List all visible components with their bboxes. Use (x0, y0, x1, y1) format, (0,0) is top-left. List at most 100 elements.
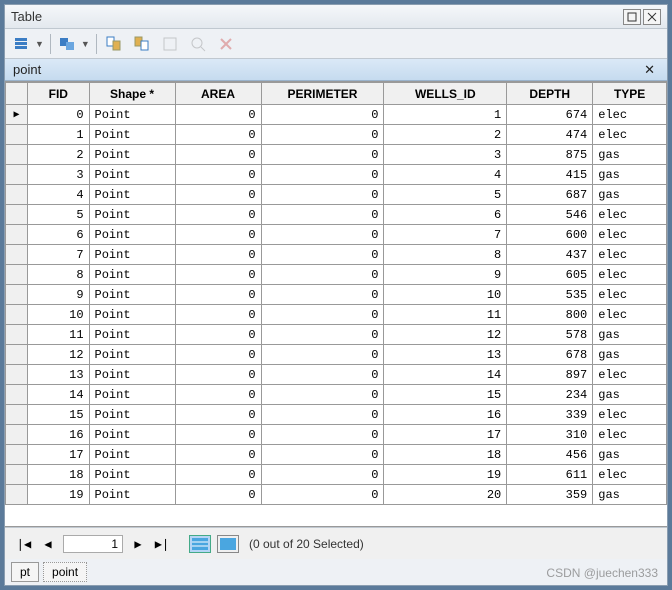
cell[interactable]: 8 (28, 265, 89, 285)
cell[interactable]: gas (593, 145, 667, 165)
cell[interactable]: 600 (507, 225, 593, 245)
row-selector-header[interactable] (6, 83, 28, 105)
cell[interactable]: 875 (507, 145, 593, 165)
column-header[interactable]: FID (28, 83, 89, 105)
prev-record-button[interactable]: ◀ (39, 535, 57, 553)
cell[interactable]: Point (89, 205, 175, 225)
cell[interactable]: 1 (28, 125, 89, 145)
table-row[interactable]: 16Point0017310elec (6, 425, 667, 445)
cell[interactable]: 0 (28, 105, 89, 125)
cell[interactable]: Point (89, 225, 175, 245)
cell[interactable]: 20 (384, 485, 507, 505)
close-table-button[interactable]: ✕ (640, 62, 659, 78)
row-selector[interactable] (6, 125, 28, 145)
cell[interactable]: 17 (384, 425, 507, 445)
cell[interactable]: elec (593, 265, 667, 285)
cell[interactable]: 0 (261, 405, 384, 425)
cell[interactable]: 1 (384, 105, 507, 125)
dropdown-arrow-icon[interactable]: ▼ (81, 39, 90, 49)
zoom-selected-button[interactable] (187, 33, 209, 55)
row-selector[interactable] (6, 165, 28, 185)
show-all-records-button[interactable] (189, 535, 211, 553)
cell[interactable]: Point (89, 265, 175, 285)
row-selector[interactable] (6, 325, 28, 345)
cell[interactable]: 5 (28, 205, 89, 225)
cell[interactable]: 6 (384, 205, 507, 225)
cell[interactable]: gas (593, 445, 667, 465)
cell[interactable]: 437 (507, 245, 593, 265)
cell[interactable]: 0 (175, 385, 261, 405)
column-header[interactable]: TYPE (593, 83, 667, 105)
table-row[interactable]: 18Point0019611elec (6, 465, 667, 485)
cell[interactable]: 3 (384, 145, 507, 165)
cell[interactable]: gas (593, 165, 667, 185)
cell[interactable]: elec (593, 465, 667, 485)
cell[interactable]: 0 (175, 125, 261, 145)
cell[interactable]: 14 (384, 365, 507, 385)
cell[interactable]: 7 (384, 225, 507, 245)
maximize-button[interactable] (623, 9, 641, 25)
cell[interactable]: Point (89, 465, 175, 485)
cell[interactable]: 10 (28, 305, 89, 325)
cell[interactable]: Point (89, 385, 175, 405)
cell[interactable]: 19 (384, 465, 507, 485)
cell[interactable]: 15 (28, 405, 89, 425)
cell[interactable]: 16 (384, 405, 507, 425)
cell[interactable]: 0 (261, 425, 384, 445)
table-row[interactable]: 13Point0014897elec (6, 365, 667, 385)
cell[interactable]: gas (593, 345, 667, 365)
cell[interactable]: 0 (175, 165, 261, 185)
row-selector[interactable] (6, 365, 28, 385)
cell[interactable]: 0 (261, 345, 384, 365)
cell[interactable]: Point (89, 365, 175, 385)
cell[interactable]: 0 (175, 365, 261, 385)
cell[interactable]: 0 (175, 405, 261, 425)
cell[interactable]: 0 (175, 445, 261, 465)
cell[interactable]: Point (89, 425, 175, 445)
cell[interactable]: 800 (507, 305, 593, 325)
row-selector[interactable] (6, 345, 28, 365)
cell[interactable]: 0 (175, 285, 261, 305)
cell[interactable]: 687 (507, 185, 593, 205)
cell[interactable]: gas (593, 325, 667, 345)
row-selector[interactable] (6, 385, 28, 405)
table-row[interactable]: 14Point0015234gas (6, 385, 667, 405)
row-selector[interactable] (6, 145, 28, 165)
current-record-input[interactable] (63, 535, 123, 553)
cell[interactable]: 9 (384, 265, 507, 285)
cell[interactable]: elec (593, 285, 667, 305)
row-selector[interactable] (6, 305, 28, 325)
table-row[interactable]: 4Point005687gas (6, 185, 667, 205)
column-header[interactable]: Shape * (89, 83, 175, 105)
cell[interactable]: Point (89, 185, 175, 205)
cell[interactable]: 12 (384, 325, 507, 345)
cell[interactable]: 0 (261, 105, 384, 125)
cell[interactable]: 234 (507, 385, 593, 405)
cell[interactable]: 0 (175, 245, 261, 265)
cell[interactable]: 678 (507, 345, 593, 365)
cell[interactable]: Point (89, 105, 175, 125)
cell[interactable]: 16 (28, 425, 89, 445)
cell[interactable]: 0 (261, 385, 384, 405)
row-selector[interactable] (6, 225, 28, 245)
table-tab-pt[interactable]: pt (11, 562, 39, 582)
table-row[interactable]: 6Point007600elec (6, 225, 667, 245)
cell[interactable]: 0 (261, 305, 384, 325)
cell[interactable]: 0 (175, 185, 261, 205)
column-header[interactable]: AREA (175, 83, 261, 105)
table-row[interactable]: 5Point006546elec (6, 205, 667, 225)
cell[interactable]: 310 (507, 425, 593, 445)
cell[interactable]: 0 (175, 225, 261, 245)
cell[interactable]: 18 (28, 465, 89, 485)
cell[interactable]: Point (89, 145, 175, 165)
table-row[interactable]: 11Point0012578gas (6, 325, 667, 345)
row-selector[interactable]: ▶ (6, 105, 28, 125)
cell[interactable]: gas (593, 385, 667, 405)
row-selector[interactable] (6, 425, 28, 445)
cell[interactable]: 13 (384, 345, 507, 365)
table-options-button[interactable] (11, 33, 33, 55)
column-header[interactable]: PERIMETER (261, 83, 384, 105)
table-row[interactable]: 3Point004415gas (6, 165, 667, 185)
table-row[interactable]: 12Point0013678gas (6, 345, 667, 365)
cell[interactable]: 0 (261, 285, 384, 305)
